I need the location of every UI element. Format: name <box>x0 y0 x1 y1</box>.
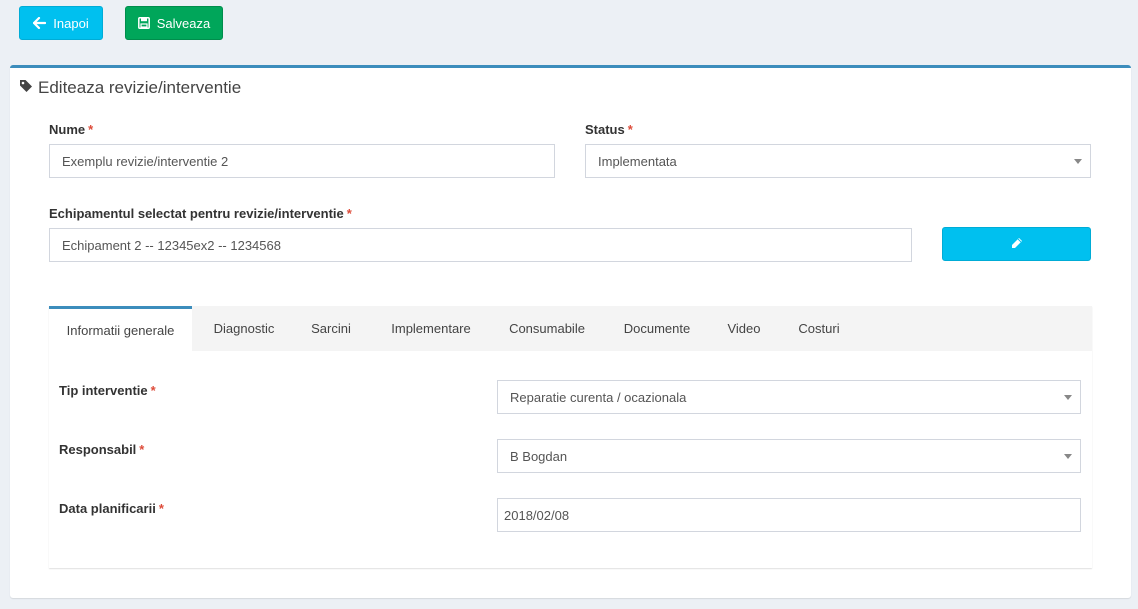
tab-sarcini[interactable]: Sarcini <box>301 306 361 351</box>
floppy-disk-icon <box>137 17 150 29</box>
edit-box: Editeaza revizie/interventie Nume * Exemp… <box>10 65 1131 598</box>
responsible-label: Responsabil * <box>59 442 145 457</box>
tab-consumabile[interactable]: Consumabile <box>499 306 595 351</box>
required-mark: * <box>150 383 156 398</box>
name-input[interactable]: Exemplu revizie/interventie 2 <box>49 144 555 178</box>
date-input[interactable]: 2018/02/08 <box>497 498 1081 532</box>
save-button[interactable]: Salveaza <box>125 6 223 40</box>
caret-down-icon <box>1064 395 1072 400</box>
edit-equipment-button[interactable] <box>942 227 1091 261</box>
required-mark: * <box>88 122 94 137</box>
caret-down-icon <box>1064 454 1072 459</box>
required-mark: * <box>139 442 145 457</box>
back-button-label: Inapoi <box>53 15 89 31</box>
tabs-panel: Informatii generale Diagnostic Sarcini I… <box>49 306 1092 568</box>
tab-documente[interactable]: Documente <box>613 306 701 351</box>
tag-icon <box>19 78 33 98</box>
save-button-label: Salveaza <box>156 15 211 31</box>
equipment-label: Echipamentul selectat pentru revizie/int… <box>49 206 352 221</box>
equipment-input[interactable]: Echipament 2 -- 12345ex2 -- 1234568 <box>49 228 912 262</box>
responsible-select-value: B Bogdan <box>510 448 568 464</box>
caret-down-icon <box>1074 159 1082 164</box>
arrow-left-icon <box>33 17 47 29</box>
required-mark: * <box>346 206 352 221</box>
type-label: Tip interventie * <box>59 383 156 398</box>
pencil-icon <box>1011 237 1023 252</box>
name-input-value: Exemplu revizie/interventie 2 <box>62 153 229 169</box>
responsible-select[interactable]: B Bogdan <box>497 439 1081 473</box>
date-input-value: 2018/02/08 <box>504 507 570 523</box>
tab-informatii-generale[interactable]: Informatii generale <box>49 306 192 351</box>
type-select[interactable]: Reparatie curenta / ocazionala <box>497 380 1081 414</box>
equipment-input-value: Echipament 2 -- 12345ex2 -- 1234568 <box>62 237 281 253</box>
tab-costuri[interactable]: Costuri <box>787 306 851 351</box>
status-select[interactable]: Implementata <box>585 144 1091 178</box>
tab-diagnostic[interactable]: Diagnostic <box>199 306 289 351</box>
back-button[interactable]: Inapoi <box>19 6 103 40</box>
tab-bar: Informatii generale Diagnostic Sarcini I… <box>49 306 1092 351</box>
box-title: Editeaza revizie/interventie <box>19 78 241 98</box>
date-label: Data planificarii * <box>59 501 164 516</box>
required-mark: * <box>627 122 633 137</box>
required-mark: * <box>158 501 164 516</box>
page-title: Editeaza revizie/interventie <box>38 78 242 97</box>
status-label: Status * <box>585 122 633 137</box>
status-select-value: Implementata <box>598 153 677 169</box>
type-select-value: Reparatie curenta / ocazionala <box>510 389 687 405</box>
name-label: Nume * <box>49 122 94 137</box>
tab-implementare[interactable]: Implementare <box>379 306 483 351</box>
tab-video[interactable]: Video <box>717 306 771 351</box>
